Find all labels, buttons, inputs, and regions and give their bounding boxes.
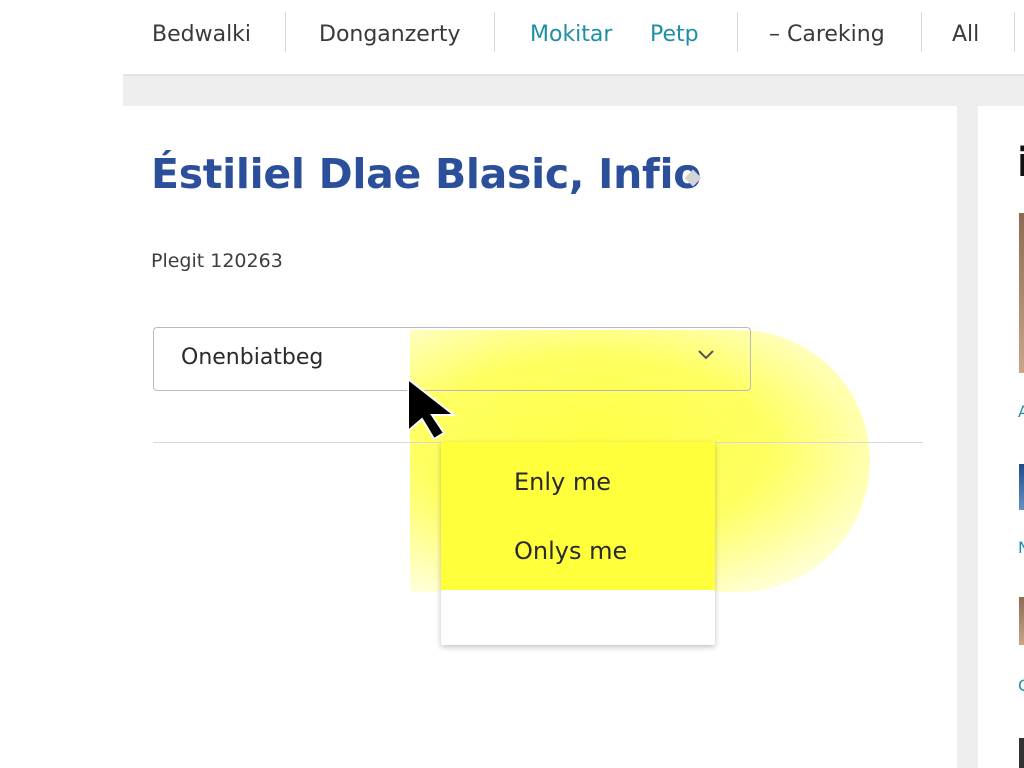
menu-option-label: Enly me — [514, 468, 612, 496]
meta-info: Plegit 120263 — [151, 250, 283, 272]
side-heading-fragment: i — [1017, 140, 1024, 186]
side-panel — [978, 106, 1024, 768]
menu-option-onlys-me[interactable]: Onlys me — [441, 520, 715, 580]
menu-option-label: Onlys me — [514, 537, 628, 565]
side-link[interactable]: N — [1018, 538, 1024, 557]
select-dropdown-menu: Enly me Onlys me — [441, 442, 715, 645]
menu-option-enly-me[interactable]: Enly me — [441, 451, 715, 511]
nav-item-careking[interactable]: – Careking — [769, 20, 885, 50]
top-navigation: Bedwalki Donganzerty Mokitar Petp – Care… — [123, 0, 1024, 76]
side-thumbnail[interactable] — [1019, 597, 1024, 645]
side-thumbnail[interactable] — [1019, 738, 1024, 768]
nav-item-all[interactable]: All — [952, 20, 979, 50]
nav-item-petp[interactable]: Petp — [650, 20, 699, 50]
side-thumbnail[interactable] — [1019, 464, 1024, 510]
select-value: Onenbiatbeg — [181, 345, 324, 370]
side-link[interactable]: A — [1018, 402, 1024, 421]
side-link[interactable]: C — [1018, 676, 1024, 695]
page-title: Éstiliel Dlae Blasic, Infio — [151, 150, 702, 198]
nav-divider — [921, 12, 922, 52]
mouse-cursor-icon — [407, 376, 457, 441]
side-thumbnail[interactable] — [1019, 213, 1024, 373]
nav-item-mokitar[interactable]: Mokitar — [530, 20, 612, 50]
nav-item-bedwalki[interactable]: Bedwalki — [152, 20, 251, 50]
nav-divider — [1014, 12, 1015, 52]
page: Bedwalki Donganzerty Mokitar Petp – Care… — [0, 0, 1024, 768]
nav-item-donganzerty[interactable]: Donganzerty — [319, 20, 461, 50]
nav-divider — [737, 12, 738, 52]
nav-divider — [494, 12, 495, 52]
chevron-down-icon[interactable] — [697, 346, 715, 364]
nav-divider — [285, 12, 286, 52]
